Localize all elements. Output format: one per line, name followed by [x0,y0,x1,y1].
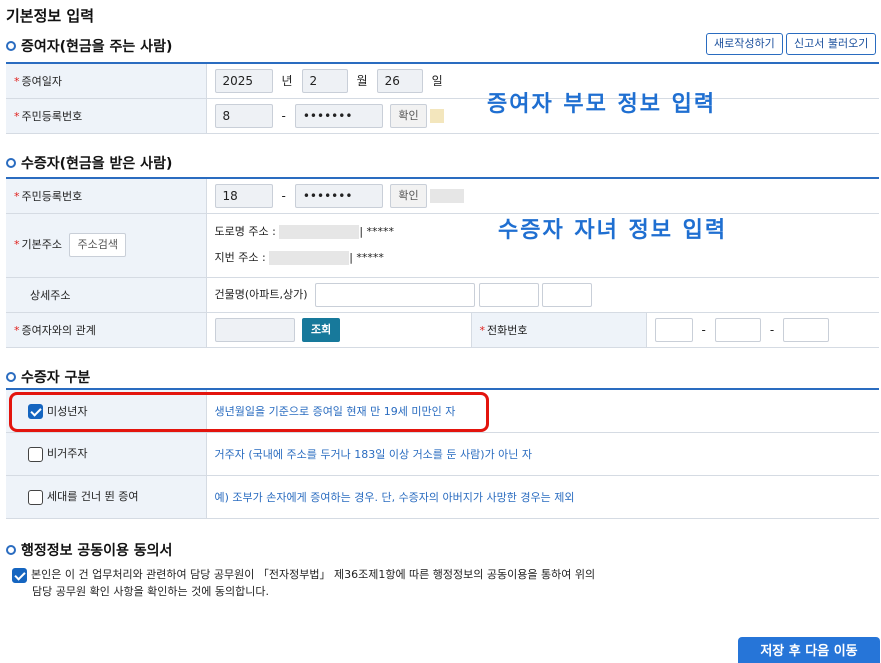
generation-skip-checkbox[interactable] [28,489,43,505]
masked-field [430,188,465,203]
donor-rrn-front-input[interactable]: 8 [214,103,273,128]
recipient-annotation: 수증자 자녀 정보 입력 [498,218,728,243]
building-name-input[interactable] [315,282,476,307]
donor-section-title: 증여자(현금을 주는 사람) [6,36,172,56]
donor-annotation: 증여자 부모 정보 입력 [487,92,717,117]
gift-month-input[interactable]: 2 [301,68,348,93]
road-address-label: 도로명 주소 : [214,225,276,238]
donor-confirm-button[interactable]: 확인 [390,103,427,128]
bullet-icon [6,41,16,51]
gift-date-label: 증여일자 [21,74,62,88]
gift-day-input[interactable]: 26 [376,68,423,93]
consent-block: 본인은 이 건 업무처리와 관련하여 담당 공무원이 「전자정부법」 제36조제… [12,566,595,600]
bullet-icon [6,372,16,382]
recipient-section-label: 수증자(현금을 받은 사람) [21,156,173,172]
donor-table: * 증여일자 2025 년 2 월 26 일 * 주민등록번호 8- ••••••• 확인 [6,62,879,134]
relation-lookup-button[interactable]: 조회 [302,317,341,342]
load-report-button[interactable]: 신고서 불러오기 [786,33,877,55]
bullet-icon [6,158,16,168]
phone-part1-input[interactable] [654,317,693,342]
relation-input[interactable] [214,317,295,342]
recipient-rrn-label: 주민등록번호 [21,189,83,203]
recipient-confirm-button[interactable]: 확인 [390,183,427,208]
save-next-button[interactable]: 저장 후 다음 이동 [738,637,880,663]
phone-part3-input[interactable] [783,317,830,342]
nonresident-label: 비거주자 [47,447,88,461]
recipient-rrn-front-input[interactable]: 18 [214,183,273,208]
dong-input[interactable] [478,282,539,307]
generation-skip-label: 세대를 건너 뛴 증여 [47,490,139,504]
division-row: 세대를 건너 뛴 증여 예) 조부가 손자에게 증여하는 경우. 단, 수증자의… [6,475,879,519]
consent-section-title: 행정정보 공동이용 동의서 [6,540,172,560]
masked-field [279,225,360,239]
recipient-section-title: 수증자(현금을 받은 사람) [6,153,172,173]
consent-line2: 담당 공무원 확인 사항을 확인하는 것에 동의합니다. [32,585,269,598]
donor-rrn-back-input[interactable]: ••••••• [294,103,383,128]
phone-label: 전화번호 [487,323,528,337]
division-row: 비거주자 거주자 (국내에 주소를 두거나 183일 이상 거소를 둔 사람)가… [6,432,879,476]
lot-address-label: 지번 주소 : [214,251,266,264]
masked-field [269,251,350,265]
lot-address-mask: ***** [356,251,384,264]
phone-part2-input[interactable] [714,317,761,342]
road-address-mask: ***** [366,225,395,238]
page-title: 기본정보 입력 [6,7,95,25]
detail-address-label: 상세주소 [30,288,71,302]
donor-rrn-label: 주민등록번호 [21,109,83,123]
bullet-icon [6,545,16,555]
relation-label: 증여자와의 관계 [21,323,96,337]
address-search-button[interactable]: 주소검색 [69,233,126,257]
consent-line1: 본인은 이 건 업무처리와 관련하여 담당 공무원이 「전자정부법」 제36조제… [31,568,596,581]
new-form-button[interactable]: 새로작성하기 [706,33,783,55]
nonresident-checkbox[interactable] [28,446,43,462]
ho-input[interactable] [542,282,593,307]
consent-checkbox[interactable] [12,567,27,583]
recipient-table: * 주민등록번호 18- ••••••• 확인 * 기본주소 주소검색 도로명 주소 … [6,177,879,348]
consent-section-label: 행정정보 공동이용 동의서 [21,543,173,559]
address-label: 기본주소 [21,238,62,251]
donor-section-label: 증여자(현금을 주는 사람) [21,39,173,55]
building-name-label: 건물명(아파트,상가) [214,287,308,301]
division-section-label: 수증자 구분 [21,370,91,386]
masked-field [430,108,445,123]
division-section-title: 수증자 구분 [6,367,90,387]
generation-skip-description: 예) 조부가 손자에게 증여하는 경우. 단, 수증자의 아버지가 사망한 경우… [206,475,879,519]
highlight-box [9,392,489,432]
gift-year-input[interactable]: 2025 [214,68,273,93]
nonresident-description: 거주자 (국내에 주소를 두거나 183일 이상 거소를 둔 사람)가 아닌 자 [206,432,879,476]
recipient-rrn-back-input[interactable]: ••••••• [294,183,383,208]
